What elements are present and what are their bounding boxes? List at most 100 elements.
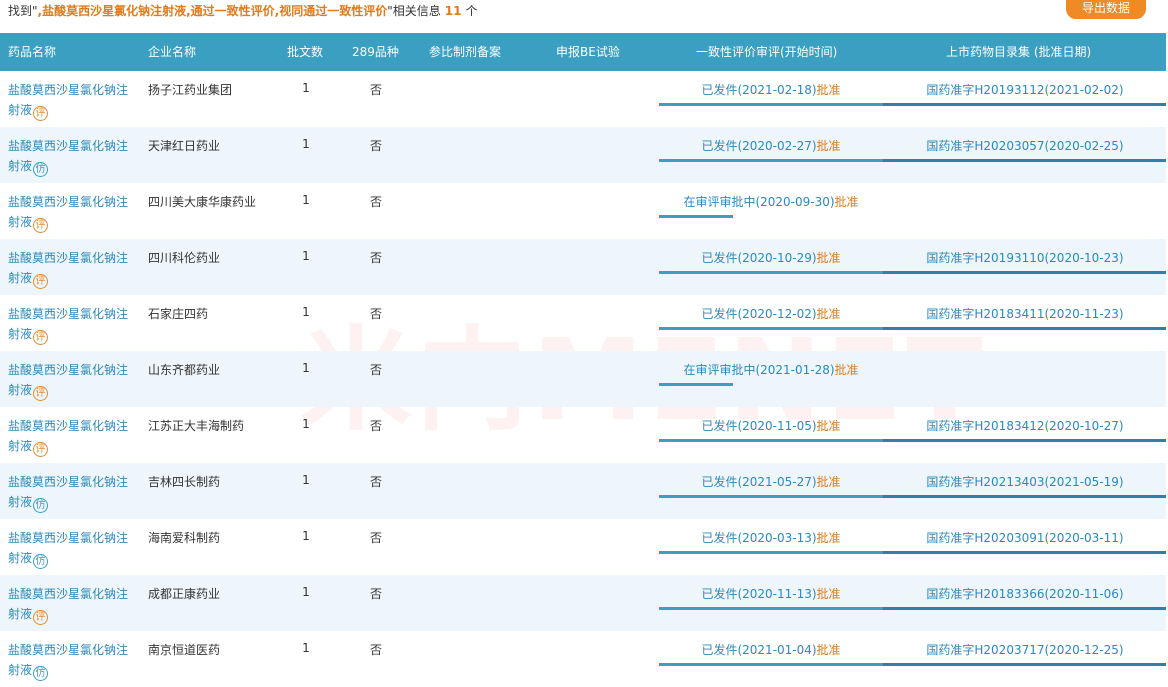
company-name: 四川科伦药业: [148, 251, 221, 265]
approval-number-link[interactable]: 国药准字H20203091(2020-03-11): [884, 529, 1166, 546]
table-row: 盐酸莫西沙星氯化钠注射液评山东齐都药业 1 否在审评审批中(2021-01-28)批…: [0, 351, 1166, 407]
listing-underline: [883, 439, 1166, 442]
approval-number-link[interactable]: 国药准字H20203717(2020-12-25): [884, 641, 1166, 658]
approval-number-link[interactable]: 国药准字H20183412(2020-10-27): [884, 417, 1166, 434]
approval-number-link[interactable]: 国药准字H20203057(2020-02-25): [884, 137, 1166, 154]
summary-prefix: 找到": [8, 4, 38, 18]
review-status-link[interactable]: 在审评审批中(2021-01-28)批准: [660, 361, 882, 378]
drug-name-link[interactable]: 盐酸莫西沙星氯化钠注射液评: [8, 80, 136, 121]
review-status: 已发件(2021-02-18): [701, 83, 817, 97]
review-underline: [659, 103, 883, 106]
evaluation-badge-icon[interactable]: 评: [33, 442, 49, 457]
approval-number-link[interactable]: 国药准字H20213403(2021-05-19): [884, 473, 1166, 490]
table-row: 盐酸莫西沙星氯化钠注射液仿海南爱科制药 1 否已发件(2020-03-13)批准 国药…: [0, 519, 1166, 575]
evaluation-badge-icon[interactable]: 评: [33, 106, 49, 121]
header-listing[interactable]: 上市药物目录集 (批准日期): [946, 33, 1091, 71]
export-data-button[interactable]: 导出数据: [1066, 0, 1146, 19]
drug-name: 盐酸莫西沙星氯化钠注射液: [8, 363, 129, 397]
drug-name-link[interactable]: 盐酸莫西沙星氯化钠注射液评: [8, 584, 136, 625]
drug-name-link[interactable]: 盐酸莫西沙星氯化钠注射液仿: [8, 640, 136, 681]
is-289-variety: 否: [369, 419, 382, 433]
result-summary: 找到",盐酸莫西沙星氯化钠注射液,通过一致性评价,视同通过一致性评价"相关信息 1…: [8, 0, 477, 26]
approval-number-link[interactable]: 国药准字H20193112(2021-02-02): [884, 81, 1166, 98]
drug-name-link[interactable]: 盐酸莫西沙星氯化钠注射液仿: [8, 528, 136, 569]
drug-name-link[interactable]: 盐酸莫西沙星氯化钠注射液仿: [8, 472, 136, 513]
table-row: 盐酸莫西沙星氯化钠注射液评扬子江药业集团 1 否 已发件(2021-02-18)批准国…: [0, 71, 1166, 127]
drug-name-link[interactable]: 盐酸莫西沙星氯化钠注射液评: [8, 304, 136, 345]
batch-count: 1: [302, 81, 310, 95]
is-289-variety: 否: [369, 531, 382, 545]
drug-name-link[interactable]: 盐酸莫西沙星氯化钠注射液仿: [8, 136, 136, 177]
summary-keyword: ,盐酸莫西沙星氯化钠注射液,通过一致性评价,视同通过一致性评价: [37, 4, 388, 18]
header-be-trial[interactable]: 申报BE试验: [556, 33, 620, 71]
company-name: 扬子江药业集团: [148, 83, 233, 97]
company-name: 海南爱科制药: [148, 531, 221, 545]
is-289-variety: 否: [369, 83, 382, 97]
review-result: 批准: [816, 139, 841, 153]
batch-count: 1: [302, 641, 310, 655]
header-289[interactable]: 289品种: [352, 33, 399, 71]
review-underline: [659, 383, 733, 386]
review-status-link[interactable]: 已发件(2020-12-02)批准: [660, 305, 882, 322]
drug-name-link[interactable]: 盐酸莫西沙星氯化钠注射液评: [8, 192, 136, 233]
generic-badge-icon[interactable]: 仿: [33, 666, 49, 681]
drug-name: 盐酸莫西沙星氯化钠注射液: [8, 419, 129, 453]
evaluation-badge-icon[interactable]: 评: [33, 218, 49, 233]
review-status-link[interactable]: 已发件(2021-02-18)批准: [660, 81, 882, 98]
is-289-variety: 否: [369, 475, 382, 489]
review-underline: [659, 439, 883, 442]
table-row: 盐酸莫西沙星氯化钠注射液评石家庄四药 1 否已发件(2020-12-02)批准 国药准…: [0, 295, 1166, 351]
generic-badge-icon[interactable]: 仿: [33, 162, 49, 177]
listing-underline: [883, 327, 1166, 330]
review-status-link[interactable]: 在审评审批中(2020-09-30)批准: [660, 193, 882, 210]
review-status-link[interactable]: 已发件(2020-10-29)批准: [660, 249, 882, 266]
review-status-link[interactable]: 已发件(2020-02-27)批准: [660, 137, 882, 154]
generic-badge-icon[interactable]: 仿: [33, 498, 49, 513]
review-status-link[interactable]: 已发件(2020-11-13)批准: [660, 585, 882, 602]
approval-number-link[interactable]: 国药准字H20193110(2020-10-23): [884, 249, 1166, 266]
batch-count: 1: [302, 473, 310, 487]
batch-count: 1: [302, 193, 310, 207]
drug-name: 盐酸莫西沙星氯化钠注射液: [8, 531, 129, 565]
drug-name: 盐酸莫西沙星氯化钠注射液: [8, 475, 129, 509]
header-review[interactable]: 一致性评价审评(开始时间): [696, 33, 837, 71]
batch-count: 1: [302, 249, 310, 263]
evaluation-badge-icon[interactable]: 评: [33, 274, 49, 289]
header-ref-record[interactable]: 参比制剂备案: [429, 33, 501, 71]
table-header: 药品名称 企业名称 批文数 289品种 参比制剂备案 申报BE试验 一致性评价审…: [0, 33, 1166, 71]
review-status: 已发件(2020-11-13): [701, 587, 817, 601]
table-body: 盐酸莫西沙星氯化钠注射液评扬子江药业集团 1 否已发件(2021-02-18)批准国…: [0, 71, 1166, 687]
review-status: 已发件(2020-10-29): [701, 251, 817, 265]
drug-name: 盐酸莫西沙星氯化钠注射液: [8, 139, 129, 173]
review-result: 批准: [816, 643, 841, 657]
drug-name: 盐酸莫西沙星氯化钠注射液: [8, 643, 129, 677]
drug-name-link[interactable]: 盐酸莫西沙星氯化钠注射液评: [8, 248, 136, 289]
review-status-link[interactable]: 已发件(2020-03-13)批准: [660, 529, 882, 546]
header-batch[interactable]: 批文数: [287, 33, 323, 71]
header-company[interactable]: 企业名称: [148, 33, 196, 71]
company-name: 南京恒道医药: [148, 643, 221, 657]
drug-name-link[interactable]: 盐酸莫西沙星氯化钠注射液评: [8, 416, 136, 457]
listing-underline: [883, 159, 1166, 162]
batch-count: 1: [302, 137, 310, 151]
is-289-variety: 否: [369, 643, 382, 657]
review-status: 已发件(2020-12-02): [701, 307, 817, 321]
review-status-link[interactable]: 已发件(2021-05-27)批准: [660, 473, 882, 490]
evaluation-badge-icon[interactable]: 评: [33, 610, 49, 625]
review-status: 已发件(2020-11-05): [701, 419, 817, 433]
company-name: 江苏正大丰海制药: [148, 419, 245, 433]
listing-underline: [883, 103, 1166, 106]
approval-number-link[interactable]: 国药准字H20183366(2020-11-06): [884, 585, 1166, 602]
approval-number-link[interactable]: 国药准字H20183411(2020-11-23): [884, 305, 1166, 322]
evaluation-badge-icon[interactable]: 评: [33, 330, 49, 345]
review-status: 已发件(2021-01-04): [701, 643, 817, 657]
review-status-link[interactable]: 已发件(2020-11-05)批准: [660, 417, 882, 434]
batch-count: 1: [302, 585, 310, 599]
generic-badge-icon[interactable]: 仿: [33, 554, 49, 569]
evaluation-badge-icon[interactable]: 评: [33, 386, 49, 401]
review-status: 已发件(2020-02-27): [701, 139, 817, 153]
drug-name-link[interactable]: 盐酸莫西沙星氯化钠注射液评: [8, 360, 136, 401]
review-status: 已发件(2021-05-27): [701, 475, 817, 489]
review-status-link[interactable]: 已发件(2021-01-04)批准: [660, 641, 882, 658]
header-drug[interactable]: 药品名称: [8, 33, 56, 71]
